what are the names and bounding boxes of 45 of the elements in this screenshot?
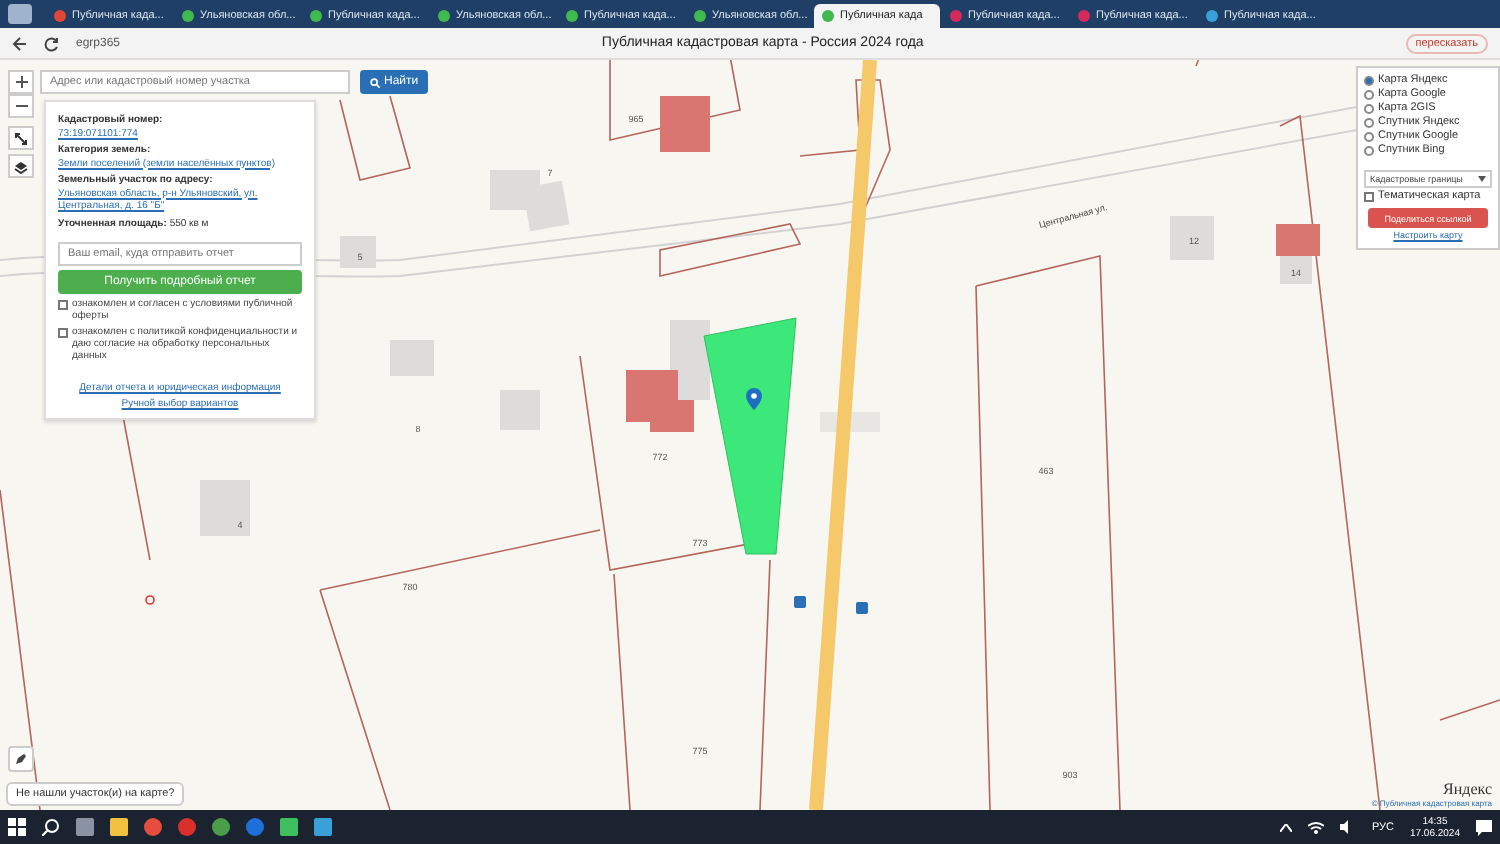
consent-checkbox[interactable] [58,300,68,310]
fullscreen-button[interactable] [8,126,34,150]
back-icon[interactable] [12,35,28,51]
zoom-in-button[interactable] [8,70,34,94]
pencil-icon [14,752,28,766]
radio-button[interactable] [1364,117,1374,127]
tab-favicon-icon [438,10,450,22]
tab-favicon-icon [950,10,962,22]
wifi-icon[interactable] [1307,820,1324,834]
tray-caret-icon[interactable] [1279,823,1292,831]
consent-checkbox[interactable] [58,328,68,338]
tab-favicon-icon [54,10,66,22]
zoom-out-button[interactable] [8,94,34,118]
bus-stop-icon [856,602,868,614]
map-pin-icon[interactable] [746,388,762,410]
edit-button[interactable] [8,746,34,772]
point-marker [145,595,155,605]
tab-favicon-icon [1078,10,1090,22]
radio-button[interactable] [1364,75,1374,85]
tab-favicon-icon [310,10,322,22]
radio-button[interactable] [1364,145,1374,155]
tab-favicon-icon [566,10,578,22]
plus-icon [15,76,27,88]
bus-stop-icon [794,596,806,608]
search-icon [370,77,380,87]
app-icon[interactable] [178,818,196,836]
tab-favicon-icon [694,10,706,22]
tab-favicon-icon [182,10,194,22]
radio-button[interactable] [1364,103,1374,113]
caret-icon [1478,176,1486,182]
reload-icon[interactable] [44,35,60,51]
thematic-checkbox[interactable] [1364,192,1374,202]
search-icon[interactable] [42,818,60,836]
map-provider-logo: Яндекс [1443,780,1492,798]
browser-menu-button[interactable] [8,4,32,24]
layers-button[interactable] [8,154,34,178]
layers-icon [14,159,28,173]
minus-icon [15,100,27,112]
notification-icon[interactable] [1476,819,1492,835]
fullscreen-icon [14,131,28,145]
radio-button[interactable] [1364,131,1374,141]
tab-favicon-icon [1206,10,1218,22]
tab-favicon-icon [822,10,834,22]
radio-button[interactable] [1364,89,1374,99]
windows-start-icon[interactable] [8,818,26,836]
